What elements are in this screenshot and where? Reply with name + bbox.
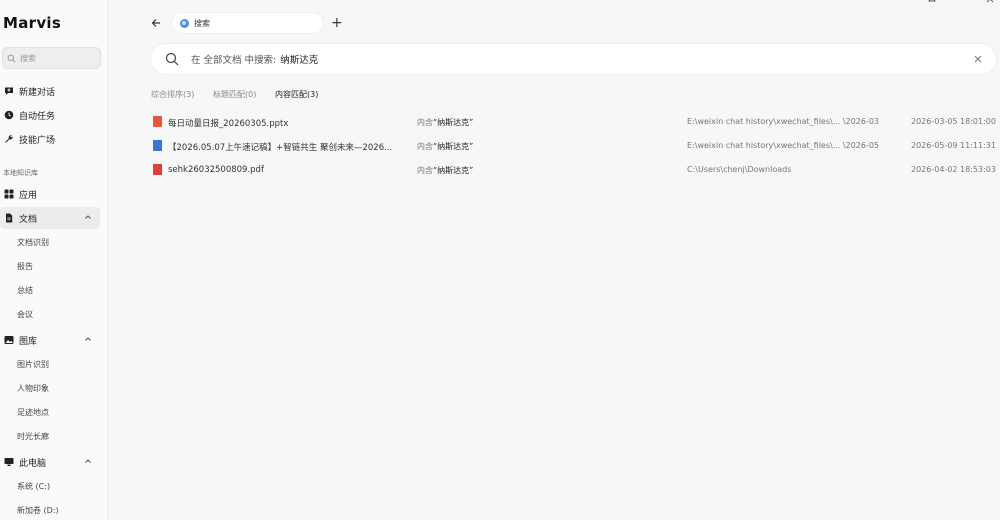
result-file-name: sehk26032500809.pdf xyxy=(168,165,264,175)
result-file-name: 每日动量日报_20260305.pptx xyxy=(168,119,289,129)
minimize-icon[interactable] xyxy=(958,0,968,4)
pptx-file-icon xyxy=(153,116,162,127)
filter-title-match[interactable]: 标题匹配(0) xyxy=(213,89,256,100)
result-row[interactable]: 每日动量日报_20260305.pptx 内含“纳斯达克” E:\weixin … xyxy=(151,114,996,134)
search-tab-icon xyxy=(180,18,189,28)
bell-icon[interactable] xyxy=(927,0,937,4)
monitor-icon xyxy=(4,457,14,467)
result-date: 2026-04-02 18:53:03 xyxy=(911,165,996,174)
chat-plus-icon xyxy=(4,86,14,96)
clock-icon xyxy=(4,110,14,120)
grid-icon xyxy=(4,189,14,199)
arrow-left-icon xyxy=(151,19,160,27)
result-row[interactable]: 【2026.05.07上午速记稿】+智链共生 聚创未来—2026... 内含“纳… xyxy=(151,138,996,158)
result-match: 内含“纳斯达克” xyxy=(417,166,474,175)
result-match: 内含“纳斯达克” xyxy=(417,142,474,151)
sidebar-item-apps[interactable]: 应用 xyxy=(0,183,100,205)
search-icon xyxy=(165,52,179,66)
sidebar-subitem-meeting[interactable]: 会议 xyxy=(17,309,33,320)
sidebar: Marvis 搜索 新建对话 自动任务 技能广场 本地知识库 应用 文档 文档识… xyxy=(0,0,108,520)
new-tab-button[interactable]: + xyxy=(331,16,343,30)
sidebar-item-label: 此电脑 xyxy=(19,458,47,469)
sidebar-item-docs[interactable]: 文档 xyxy=(0,207,100,229)
back-button[interactable] xyxy=(148,15,164,31)
result-path: C:\Users\chenj\Downloads xyxy=(687,165,792,174)
document-icon xyxy=(4,213,14,223)
result-match: 内含“纳斯达克” xyxy=(417,118,474,127)
sidebar-item-label: 自动任务 xyxy=(19,111,56,122)
sidebar-subitem-drive-c[interactable]: 系统 (C:) xyxy=(17,481,50,492)
result-path: E:\weixin chat history\xwechat_files\...… xyxy=(687,117,880,126)
sidebar-subitem-people[interactable]: 人物印象 xyxy=(17,383,49,394)
filter-content-match[interactable]: 内容匹配(3) xyxy=(275,89,318,100)
wrench-icon xyxy=(4,134,14,144)
result-date: 2026-03-05 18:01:00 xyxy=(911,117,996,126)
result-row[interactable]: sehk26032500809.pdf 内含“纳斯达克” C:\Users\ch… xyxy=(151,162,996,182)
filter-overall[interactable]: 综合排序(3) xyxy=(151,89,194,100)
result-file-name: 【2026.05.07上午速记稿】+智链共生 聚创未来—2026... xyxy=(168,143,393,153)
sidebar-item-label: 应用 xyxy=(19,190,38,201)
search-icon xyxy=(7,54,16,62)
sidebar-subitem-places[interactable]: 足迹地点 xyxy=(17,407,49,418)
tab-label: 搜索 xyxy=(194,18,210,28)
pdf-file-icon xyxy=(153,164,162,175)
chevron-up-icon[interactable] xyxy=(84,457,92,465)
docx-file-icon xyxy=(153,140,162,151)
result-date: 2026-05-09 11:11:31 xyxy=(911,141,996,150)
image-icon xyxy=(4,335,14,345)
sidebar-item-label: 技能广场 xyxy=(19,135,56,146)
sidebar-item-label: 新建对话 xyxy=(19,87,56,98)
sidebar-subitem-report[interactable]: 报告 xyxy=(17,261,33,272)
sidebar-item-auto-task[interactable]: 自动任务 xyxy=(0,104,100,126)
result-path: E:\weixin chat history\xwechat_files\...… xyxy=(687,141,880,150)
search-query-bar[interactable]: 在 全部文档 中搜索: 纳斯达克 xyxy=(151,44,996,74)
tab-search[interactable]: 搜索 xyxy=(172,13,323,33)
sidebar-search-input[interactable]: 搜索 xyxy=(2,47,101,69)
sidebar-subitem-summary[interactable]: 总结 xyxy=(17,285,33,296)
sidebar-item-label: 图库 xyxy=(19,336,38,347)
chevron-up-icon[interactable] xyxy=(84,213,92,221)
sidebar-subitem-image-recognition[interactable]: 图片识别 xyxy=(17,359,49,370)
sidebar-item-new-chat[interactable]: 新建对话 xyxy=(0,80,100,102)
sidebar-item-gallery[interactable]: 图库 xyxy=(0,329,100,351)
clear-search-icon[interactable] xyxy=(972,53,984,65)
app-title: Marvis xyxy=(3,14,62,32)
search-scope-text: 在 全部文档 中搜索: xyxy=(191,55,277,66)
sidebar-item-skills[interactable]: 技能广场 xyxy=(0,128,100,150)
sidebar-subitem-drive-d[interactable]: 新加卷 (D:) xyxy=(17,505,59,516)
sidebar-subitem-doc-recognition[interactable]: 文档识别 xyxy=(17,237,49,248)
section-label-local-kb: 本地知识库 xyxy=(3,169,38,177)
search-term[interactable]: 纳斯达克 xyxy=(280,52,318,66)
chevron-up-icon[interactable] xyxy=(84,335,92,343)
sidebar-subitem-timeline[interactable]: 时光长廊 xyxy=(17,431,49,442)
close-window-icon[interactable] xyxy=(985,0,995,4)
sidebar-search-placeholder: 搜索 xyxy=(20,53,36,63)
sidebar-item-this-pc[interactable]: 此电脑 xyxy=(0,451,100,473)
sidebar-item-label: 文档 xyxy=(19,214,38,225)
